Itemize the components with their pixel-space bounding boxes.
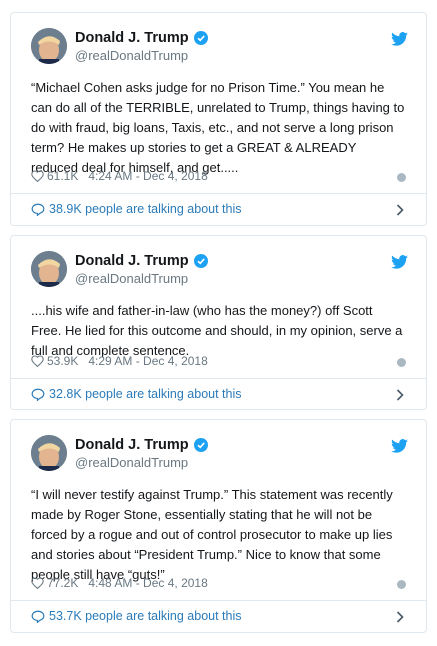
heart-icon[interactable] bbox=[31, 355, 44, 367]
author-name-text[interactable]: Donald J. Trump bbox=[75, 437, 189, 453]
speech-bubble-icon bbox=[31, 203, 45, 216]
tweet-text: “I will never testify against Trump.” Th… bbox=[31, 487, 393, 582]
info-icon[interactable] bbox=[397, 358, 406, 367]
tweet-card[interactable]: Donald J. Trump @realDonaldTrump ....his… bbox=[10, 235, 427, 410]
chevron-right-icon[interactable] bbox=[396, 389, 404, 401]
author-name[interactable]: Donald J. Trump bbox=[75, 437, 208, 453]
talking-link[interactable]: 53.7K people are talking about this bbox=[31, 609, 242, 623]
chevron-right-icon[interactable] bbox=[396, 204, 404, 216]
like-count[interactable]: 53.9K bbox=[47, 354, 78, 368]
tweet-meta: 61.1K 4:24 AM - Dec 4, 2018 bbox=[31, 169, 208, 183]
tweet-text: ....his wife and father-in-law (who has … bbox=[31, 303, 403, 358]
divider bbox=[11, 193, 426, 194]
speech-bubble-icon bbox=[31, 610, 45, 623]
like-count[interactable]: 77.2K bbox=[47, 576, 78, 590]
author-handle[interactable]: @realDonaldTrump bbox=[75, 271, 188, 286]
tweet-timestamp[interactable]: 4:24 AM - Dec 4, 2018 bbox=[88, 169, 207, 183]
author-handle[interactable]: @realDonaldTrump bbox=[75, 455, 188, 470]
tweet-timestamp[interactable]: 4:48 AM - Dec 4, 2018 bbox=[88, 576, 207, 590]
heart-icon[interactable] bbox=[31, 577, 44, 589]
like-count[interactable]: 61.1K bbox=[47, 169, 78, 183]
twitter-bird-icon[interactable] bbox=[391, 32, 408, 46]
verified-badge-icon bbox=[193, 31, 208, 45]
author-name-text[interactable]: Donald J. Trump bbox=[75, 253, 189, 269]
tweet-card[interactable]: Donald J. Trump @realDonaldTrump “Michae… bbox=[10, 12, 427, 226]
twitter-bird-icon[interactable] bbox=[391, 439, 408, 453]
tweet-meta: 77.2K 4:48 AM - Dec 4, 2018 bbox=[31, 576, 208, 590]
avatar[interactable] bbox=[31, 251, 67, 287]
talking-text[interactable]: 32.8K people are talking about this bbox=[49, 387, 242, 401]
twitter-bird-icon[interactable] bbox=[391, 255, 408, 269]
verified-badge-icon bbox=[193, 438, 208, 452]
info-icon[interactable] bbox=[397, 580, 406, 589]
info-icon[interactable] bbox=[397, 173, 406, 182]
author-handle[interactable]: @realDonaldTrump bbox=[75, 48, 188, 63]
author-name[interactable]: Donald J. Trump bbox=[75, 253, 208, 269]
divider bbox=[11, 378, 426, 379]
speech-bubble-icon bbox=[31, 388, 45, 401]
divider bbox=[11, 600, 426, 601]
avatar[interactable] bbox=[31, 28, 67, 64]
author-name-text[interactable]: Donald J. Trump bbox=[75, 30, 189, 46]
tweet-text: “Michael Cohen asks judge for no Prison … bbox=[31, 80, 405, 175]
tweet-card[interactable]: Donald J. Trump @realDonaldTrump “I will… bbox=[10, 419, 427, 633]
talking-text[interactable]: 38.9K people are talking about this bbox=[49, 202, 242, 216]
chevron-right-icon[interactable] bbox=[396, 611, 404, 623]
talking-text[interactable]: 53.7K people are talking about this bbox=[49, 609, 242, 623]
talking-link[interactable]: 38.9K people are talking about this bbox=[31, 202, 242, 216]
verified-badge-icon bbox=[193, 254, 208, 268]
heart-icon[interactable] bbox=[31, 170, 44, 182]
talking-link[interactable]: 32.8K people are talking about this bbox=[31, 387, 242, 401]
author-name[interactable]: Donald J. Trump bbox=[75, 30, 208, 46]
avatar[interactable] bbox=[31, 435, 67, 471]
tweet-timestamp[interactable]: 4:29 AM - Dec 4, 2018 bbox=[88, 354, 207, 368]
tweet-meta: 53.9K 4:29 AM - Dec 4, 2018 bbox=[31, 354, 208, 368]
